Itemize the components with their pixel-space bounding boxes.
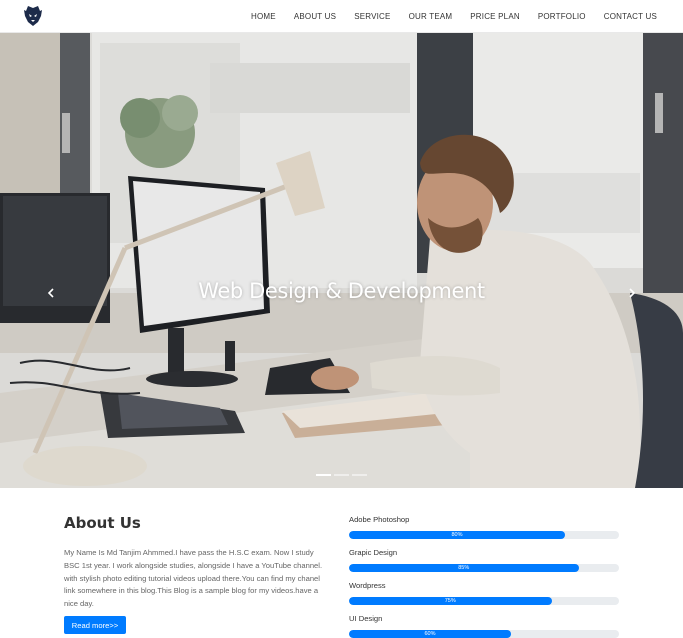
- about-title: About Us: [64, 514, 141, 532]
- carousel-indicator-1[interactable]: [316, 474, 331, 476]
- skill-progress-track: 80%: [349, 531, 619, 539]
- carousel-indicator-2[interactable]: [334, 474, 349, 476]
- skill-progress-track: 85%: [349, 564, 619, 572]
- skill-item: UI Design 60%: [349, 614, 619, 638]
- skill-progress-track: 75%: [349, 597, 619, 605]
- read-more-button[interactable]: Read more>>: [64, 616, 126, 634]
- nav-price-plan[interactable]: PRICE PLAN: [461, 12, 529, 21]
- hero-background-image: [0, 33, 683, 488]
- chevron-right-icon[interactable]: [625, 286, 639, 300]
- skill-name: Grapic Design: [349, 548, 398, 557]
- skill-progress-bar: 80%: [349, 531, 565, 539]
- skill-name: UI Design: [349, 614, 383, 623]
- about-text: My Name Is Md Tanjim Ahmmed.I have pass …: [64, 548, 323, 609]
- nav-service[interactable]: SERVICE: [345, 12, 399, 21]
- skill-progress-bar: 60%: [349, 630, 511, 638]
- skill-progress-bar: 75%: [349, 597, 552, 605]
- nav-about-us[interactable]: ABOUT US: [285, 12, 345, 21]
- chevron-left-icon[interactable]: [44, 286, 58, 300]
- carousel-indicators: [316, 474, 367, 476]
- nav-portfolio[interactable]: PORTFOLIO: [529, 12, 595, 21]
- skill-name: Adobe Photoshop: [349, 515, 410, 524]
- skill-name: Wordpress: [349, 581, 386, 590]
- skill-item: Adobe Photoshop 80%: [349, 515, 619, 539]
- skill-item: Grapic Design 85%: [349, 548, 619, 572]
- nav-home[interactable]: HOME: [242, 12, 285, 21]
- skill-progress-bar: 85%: [349, 564, 579, 572]
- nav-our-team[interactable]: OUR TEAM: [400, 12, 462, 21]
- hero-title: Web Design & Development: [198, 279, 485, 303]
- hero-carousel: Web Design & Development: [0, 33, 683, 488]
- nav-contact-us[interactable]: CONTACT US: [595, 12, 666, 21]
- skill-item: Wordpress 75%: [349, 581, 619, 605]
- mascot-logo-icon[interactable]: [22, 5, 44, 27]
- skill-progress-track: 60%: [349, 630, 619, 638]
- carousel-indicator-3[interactable]: [352, 474, 367, 476]
- main-nav: HOME ABOUT US SERVICE OUR TEAM PRICE PLA…: [242, 0, 666, 33]
- top-navbar: HOME ABOUT US SERVICE OUR TEAM PRICE PLA…: [0, 0, 683, 33]
